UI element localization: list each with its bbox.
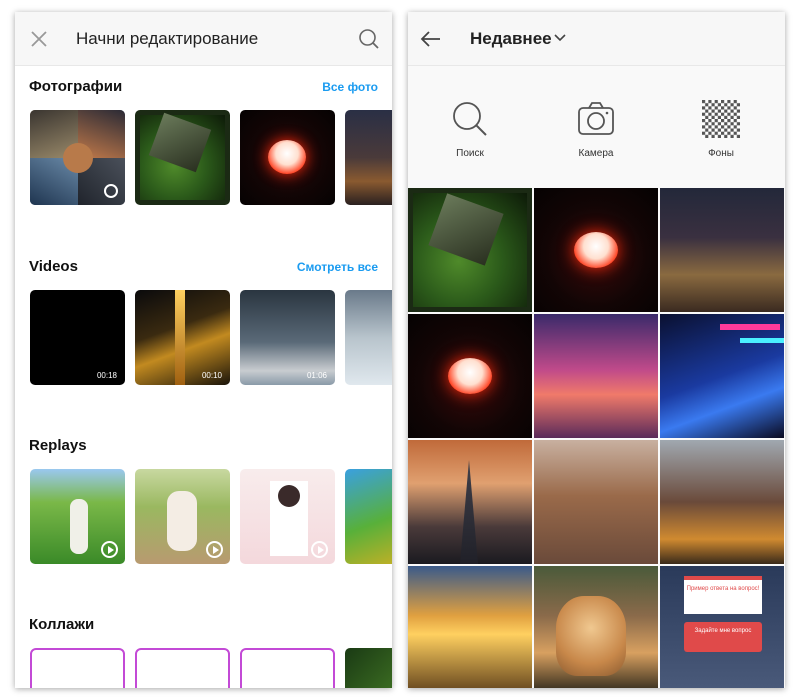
question-ask-label: Задайте мне вопрос — [694, 628, 752, 634]
search-icon[interactable] — [358, 28, 380, 50]
collages-section-title: Коллажи — [29, 616, 95, 633]
tool-camera-label: Камера — [578, 148, 614, 159]
tool-search[interactable]: Поиск — [425, 100, 515, 159]
grid-photo[interactable] — [408, 440, 532, 564]
replays-section-title: Replays — [29, 437, 87, 454]
replay-thumb[interactable] — [345, 469, 392, 564]
left-header: Начни редактирование — [15, 12, 392, 66]
collage-template[interactable] — [135, 648, 230, 688]
grid-photo[interactable] — [660, 314, 784, 438]
grid-photo[interactable] — [660, 188, 784, 312]
grid-photo[interactable] — [534, 440, 658, 564]
photo-thumb[interactable] — [345, 110, 392, 205]
videos-row: 00:18 00:10 01:06 — [30, 290, 392, 385]
grid-photo[interactable] — [660, 440, 784, 564]
picsart-icon — [104, 184, 118, 198]
grid-photo[interactable] — [534, 188, 658, 312]
video-duration: 00:18 — [96, 371, 117, 380]
arrow-left-icon[interactable] — [420, 28, 442, 50]
tool-backgrounds-label: Фоны — [708, 148, 734, 159]
photo-thumb[interactable] — [240, 110, 335, 205]
collage-thumb[interactable] — [345, 648, 392, 688]
chevron-down-icon[interactable] — [554, 33, 566, 43]
grid-photo[interactable] — [534, 314, 658, 438]
photo-thumb[interactable] — [135, 110, 230, 205]
question-example-title: Пример ответа на вопрос! — [686, 586, 760, 592]
camera-icon — [578, 102, 614, 135]
tool-search-label: Поиск — [456, 148, 484, 159]
all-photos-link[interactable]: Все фото — [322, 80, 378, 94]
collage-template[interactable] — [30, 648, 125, 688]
video-duration: 00:10 — [201, 371, 222, 380]
checkerboard-icon — [702, 100, 740, 138]
grid-photo[interactable] — [534, 566, 658, 688]
replay-thumb[interactable] — [240, 469, 335, 564]
replay-thumb[interactable] — [135, 469, 230, 564]
photos-section-title: Фотографии — [29, 78, 123, 95]
close-icon[interactable] — [29, 29, 49, 49]
videos-section-title: Videos — [29, 258, 78, 275]
page-title: Начни редактирование — [76, 29, 259, 48]
see-all-videos-link[interactable]: Смотреть все — [297, 260, 378, 274]
replay-play-icon — [101, 541, 118, 558]
grid-photo-question[interactable]: Пример ответа на вопрос! Задайте мне воп… — [660, 566, 784, 688]
replay-play-icon — [206, 541, 223, 558]
grid-photo[interactable] — [408, 314, 532, 438]
start-editing-panel: Начни редактирование Фотографии Все фото… — [15, 12, 392, 688]
search-icon — [453, 102, 487, 136]
collages-row — [30, 648, 392, 688]
tool-camera[interactable]: Камера — [551, 100, 641, 159]
video-thumb[interactable]: 01:06 — [240, 290, 335, 385]
replays-row — [30, 469, 392, 564]
collage-template[interactable] — [240, 648, 335, 688]
grid-photo[interactable] — [408, 188, 532, 312]
video-thumb[interactable]: 00:10 — [135, 290, 230, 385]
video-duration: 01:06 — [306, 371, 327, 380]
right-header: Недавнее — [408, 12, 785, 66]
replay-play-icon — [311, 541, 328, 558]
tool-backgrounds[interactable]: Фоны — [676, 100, 766, 159]
photos-row — [30, 110, 392, 205]
recent-gallery-panel: Недавнее Поиск Камера Фоны Пример ответа… — [408, 12, 785, 688]
photo-thumb[interactable] — [30, 110, 125, 205]
video-thumb[interactable]: 00:18 — [30, 290, 125, 385]
grid-photo[interactable] — [408, 566, 532, 688]
video-thumb[interactable] — [345, 290, 392, 385]
source-tools: Поиск Камера Фоны — [408, 66, 785, 188]
replay-thumb[interactable] — [30, 469, 125, 564]
album-title[interactable]: Недавнее — [470, 29, 552, 49]
